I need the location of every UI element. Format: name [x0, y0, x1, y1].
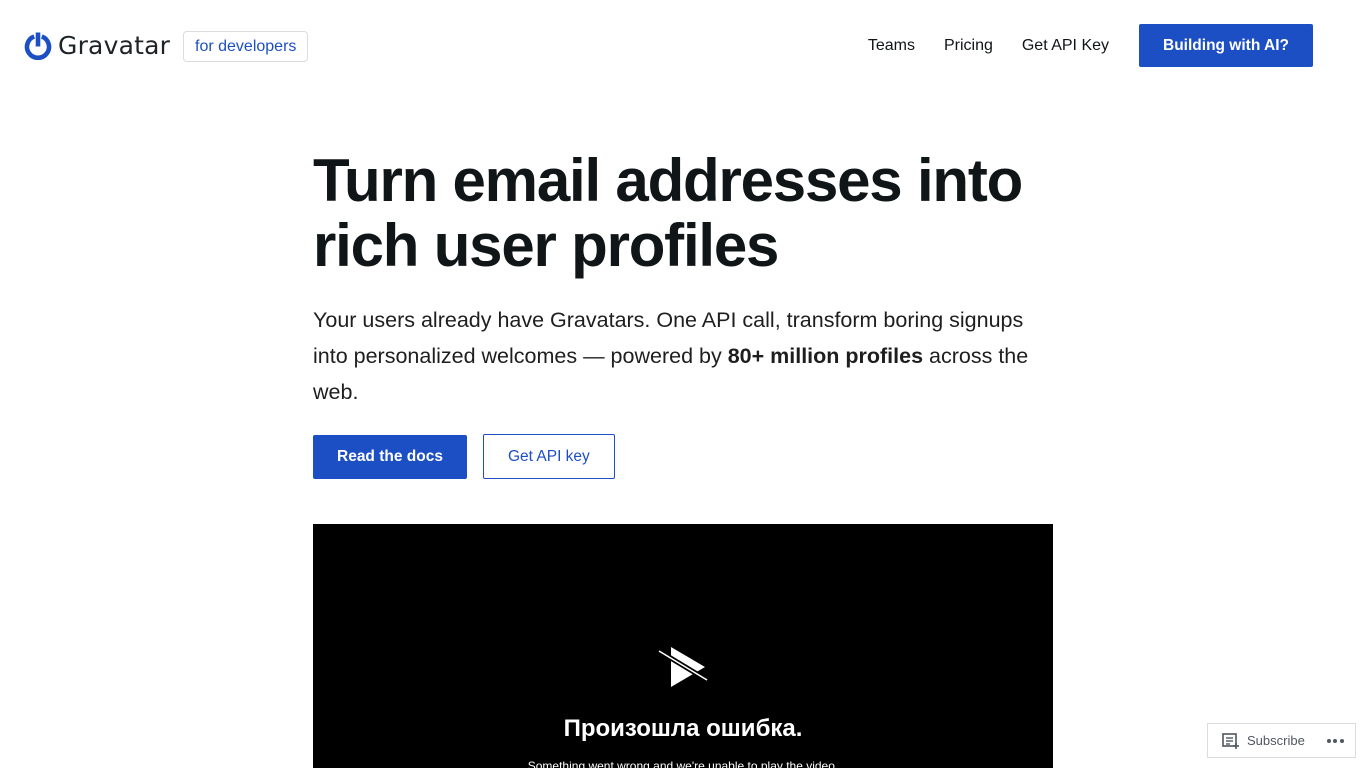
- subscribe-bar: Subscribe: [1207, 723, 1356, 758]
- read-the-docs-button[interactable]: Read the docs: [313, 435, 467, 479]
- building-with-ai-button[interactable]: Building with AI?: [1139, 24, 1313, 67]
- hero-description-highlight: 80+ million profiles: [727, 344, 924, 368]
- hero-title: Turn email addresses into rich user prof…: [313, 147, 1023, 279]
- reader-icon: [1222, 732, 1239, 749]
- nav-get-api-key[interactable]: Get API Key: [1022, 37, 1109, 55]
- nav-teams[interactable]: Teams: [868, 37, 915, 55]
- video-player[interactable]: Произошла ошибка. Something went wrong a…: [313, 524, 1053, 773]
- video-error-message: Something went wrong and we're unable to…: [527, 759, 839, 773]
- for-developers-badge[interactable]: for developers: [183, 31, 309, 62]
- main-nav: Teams Pricing Get API Key Building with …: [868, 24, 1313, 67]
- logo-wordmark: Gravatar: [58, 31, 171, 60]
- nav-pricing[interactable]: Pricing: [944, 37, 993, 55]
- video-error-icon: [657, 647, 709, 687]
- gravatar-logo[interactable]: Gravatar: [24, 31, 170, 61]
- gravatar-logo-icon: [24, 32, 52, 60]
- hero-description: Your users already have Gravatars. One A…: [313, 302, 1053, 410]
- get-api-key-button[interactable]: Get API key: [482, 434, 615, 479]
- site-header: Gravatar for developers Teams Pricing Ge…: [0, 0, 1366, 92]
- more-options-icon[interactable]: [1326, 738, 1347, 743]
- video-error-title: Произошла ошибка.: [563, 715, 803, 742]
- hero-buttons: Read the docs Get API key: [313, 434, 615, 479]
- hero-section: Turn email addresses into rich user prof…: [313, 148, 1053, 410]
- subscribe-button[interactable]: Subscribe: [1247, 733, 1305, 748]
